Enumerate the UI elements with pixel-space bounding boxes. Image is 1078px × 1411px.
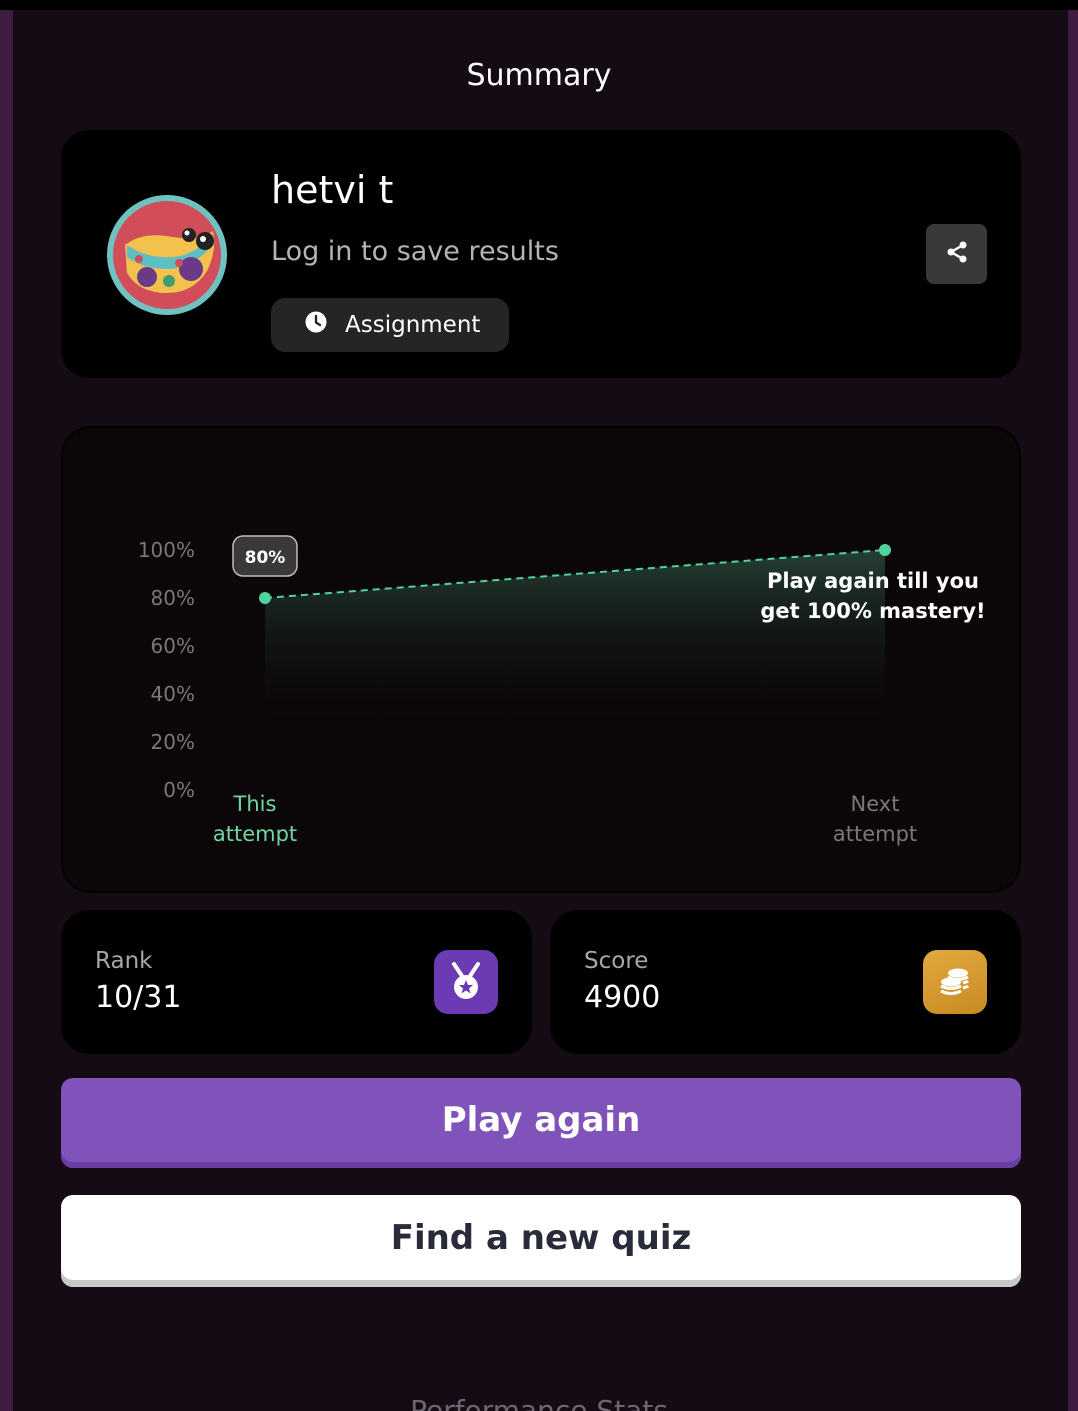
data-point (879, 544, 891, 556)
score-value: 4900 (584, 980, 661, 1015)
y-tick-label: 100% (138, 538, 195, 562)
assignment-badge: Assignment (271, 298, 509, 352)
accuracy-chart: 100% 80% 60% 40% 20% 0% 80% This attempt Next at… (138, 535, 917, 846)
share-button[interactable] (926, 224, 987, 284)
find-new-quiz-button[interactable]: Find a new quiz (61, 1195, 1021, 1287)
coins-icon (923, 950, 987, 1014)
performance-stats-heading: Performance Stats (410, 1394, 668, 1411)
profile-card: hetvi t Log in to save results Assignmen… (61, 130, 1021, 378)
x-tick-label: This attempt (213, 792, 297, 846)
share-icon (945, 240, 969, 268)
score-card: Score 4900 (550, 910, 1021, 1054)
accuracy-chart-card: 100% 80% 60% 40% 20% 0% 80% This attempt Next at… (61, 426, 1021, 893)
rank-label: Rank (95, 948, 153, 974)
avatar (107, 195, 227, 315)
score-label: Score (584, 948, 649, 974)
rank-card: Rank 10/31 (61, 910, 532, 1054)
play-again-button[interactable]: Play again (61, 1078, 1021, 1168)
y-tick-label: 0% (163, 778, 195, 802)
medal-icon (434, 950, 498, 1014)
cheetah-mascot-icon (113, 201, 221, 309)
data-point (259, 592, 271, 604)
clock-icon (305, 311, 327, 339)
page-title: Summary (466, 58, 612, 93)
assignment-label: Assignment (345, 312, 481, 338)
login-prompt-link[interactable]: Log in to save results (271, 236, 559, 267)
rank-value: 10/31 (95, 980, 182, 1015)
top-bar (0, 0, 1078, 10)
data-label: 80% (245, 548, 286, 568)
y-tick-label: 60% (151, 634, 195, 658)
mastery-hint: Play again till you get 100% mastery! (760, 569, 986, 623)
x-tick-label: Next attempt (833, 792, 917, 846)
y-tick-label: 80% (151, 586, 195, 610)
y-tick-label: 40% (151, 682, 195, 706)
player-name: hetvi t (271, 168, 394, 212)
y-tick-label: 20% (151, 730, 195, 754)
